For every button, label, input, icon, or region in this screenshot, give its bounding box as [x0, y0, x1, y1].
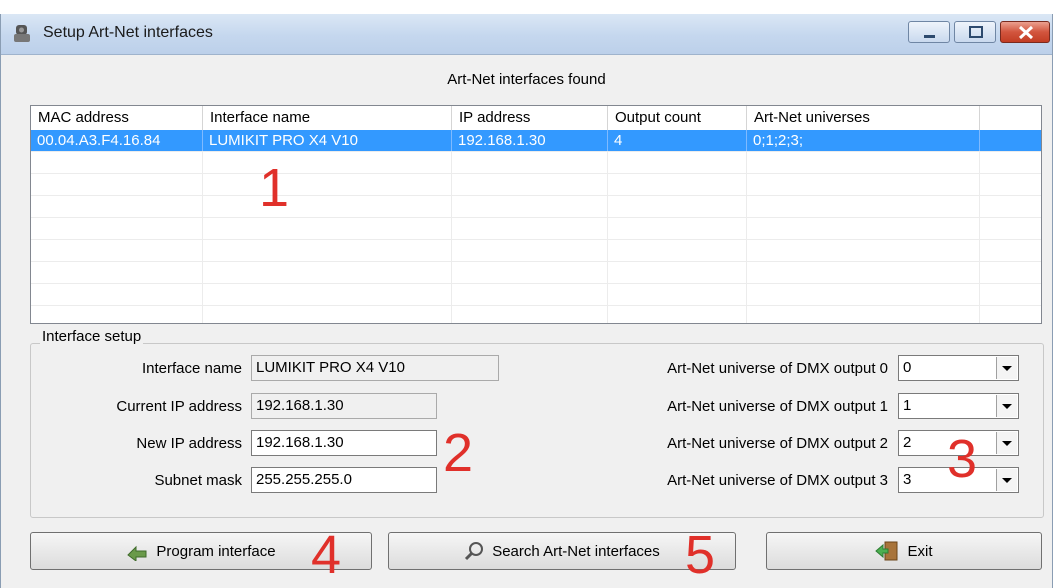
maximize-button[interactable]	[954, 21, 996, 43]
interface-setup-label: Interface setup	[40, 328, 144, 345]
interface-name-field: LUMIKIT PRO X4 V10	[251, 355, 499, 381]
close-button[interactable]	[1000, 21, 1050, 43]
search-artnet-button[interactable]: Search Art-Net interfaces	[388, 532, 736, 570]
empty-row	[31, 152, 1041, 174]
dmx-output-0-select[interactable]: 0	[898, 355, 1019, 381]
dmx-output-0-label: Art-Net universe of DMX output 0	[667, 360, 888, 377]
empty-row	[31, 218, 1041, 240]
empty-row	[31, 284, 1041, 306]
program-arrow-icon	[127, 545, 147, 561]
dmx-output-2-label: Art-Net universe of DMX output 2	[667, 435, 888, 452]
chevron-down-icon[interactable]	[996, 357, 1017, 379]
new-ip-label: New IP address	[136, 435, 242, 452]
title-bar[interactable]: Setup Art-Net interfaces	[1, 14, 1052, 55]
dmx-output-3-value: 3	[903, 471, 912, 488]
column-output-count[interactable]: Output count	[608, 106, 747, 130]
current-ip-label: Current IP address	[116, 398, 242, 415]
search-icon	[465, 542, 484, 561]
annotation-3: 3	[947, 429, 978, 489]
interfaces-list[interactable]: MAC address Interface name IP address Ou…	[30, 105, 1042, 324]
chevron-down-icon[interactable]	[996, 469, 1017, 491]
program-interface-label: Program interface	[156, 542, 276, 560]
dmx-output-2-value: 2	[903, 434, 912, 451]
minimize-icon	[924, 35, 935, 38]
chevron-down-icon[interactable]	[996, 432, 1017, 454]
close-icon	[1018, 25, 1034, 40]
exit-door-icon	[875, 541, 898, 561]
cell-universes: 0;1;2;3;	[747, 130, 980, 151]
column-mac-address[interactable]: MAC address	[31, 106, 203, 130]
table-row[interactable]: 00.04.A3.F4.16.84 LUMIKIT PRO X4 V10 192…	[31, 130, 1041, 152]
chevron-down-icon[interactable]	[996, 395, 1017, 417]
empty-row	[31, 262, 1041, 284]
subnet-mask-input[interactable]: 255.255.255.0	[251, 467, 437, 493]
current-ip-field: 192.168.1.30	[251, 393, 437, 419]
column-artnet-universes[interactable]: Art-Net universes	[747, 106, 980, 130]
empty-row	[31, 240, 1041, 262]
new-ip-input[interactable]: 192.168.1.30	[251, 430, 437, 456]
empty-row	[31, 196, 1041, 218]
dmx-output-1-value: 1	[903, 397, 912, 414]
interfaces-found-caption: Art-Net interfaces found	[447, 71, 606, 88]
minimize-button[interactable]	[908, 21, 950, 43]
cell-outputs: 4	[608, 130, 747, 151]
column-interface-name[interactable]: Interface name	[203, 106, 452, 130]
search-artnet-label: Search Art-Net interfaces	[492, 542, 660, 560]
cell-mac: 00.04.A3.F4.16.84	[31, 130, 203, 151]
list-header: MAC address Interface name IP address Ou…	[31, 106, 1041, 131]
dmx-output-1-select[interactable]: 1	[898, 393, 1019, 419]
app-icon	[14, 25, 30, 42]
dmx-output-1-label: Art-Net universe of DMX output 1	[667, 398, 888, 415]
column-ip-address[interactable]: IP address	[452, 106, 608, 130]
annotation-1: 1	[259, 158, 290, 218]
subnet-mask-label: Subnet mask	[154, 472, 242, 489]
exit-button[interactable]: Exit	[766, 532, 1042, 570]
dmx-output-3-label: Art-Net universe of DMX output 3	[667, 472, 888, 489]
dmx-output-0-value: 0	[903, 359, 912, 376]
cell-name: LUMIKIT PRO X4 V10	[203, 130, 452, 151]
annotation-5: 5	[685, 525, 716, 585]
annotation-4: 4	[311, 525, 342, 585]
exit-label: Exit	[907, 542, 933, 560]
cell-ip: 192.168.1.30	[452, 130, 608, 151]
annotation-2: 2	[443, 423, 474, 483]
empty-row	[31, 174, 1041, 196]
setup-window: Setup Art-Net interfaces Art-Net interfa…	[0, 14, 1053, 588]
interface-name-label: Interface name	[141, 360, 242, 377]
window-title: Setup Art-Net interfaces	[43, 24, 213, 41]
maximize-icon	[969, 26, 983, 38]
